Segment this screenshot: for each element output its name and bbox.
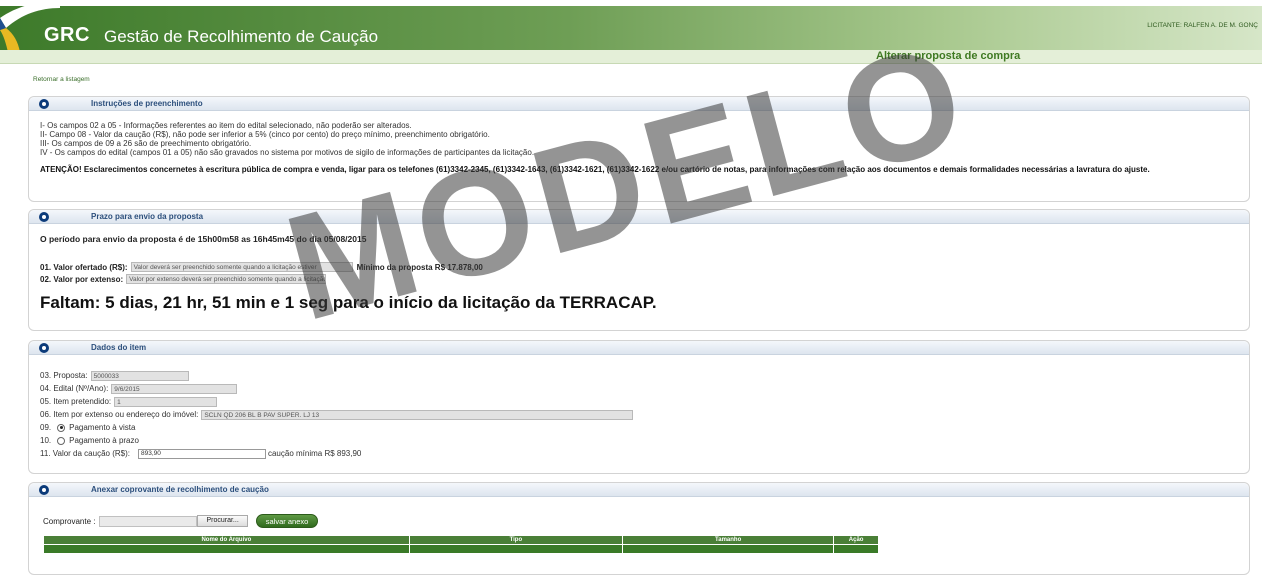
collapse-icon[interactable] — [39, 485, 49, 495]
item-pretendido-label: 05. Item pretendido: — [40, 397, 112, 406]
upload-row: Comprovante : Procurar... salvar anexo — [43, 513, 1238, 529]
attachment-panel-header[interactable]: Anexar coprovante de recolhimento de cau… — [29, 483, 1249, 497]
column-header-filename: Nome do Arquivo — [43, 535, 410, 545]
browse-button[interactable]: Procurar... — [197, 515, 248, 527]
instructions-title: Instruções de preenchimento — [91, 99, 203, 108]
edital-label: 04. Edital (Nº/Ano): — [40, 384, 109, 393]
deadline-panel: Prazo para envio da proposta O período p… — [28, 209, 1250, 331]
attention-notice: ATENÇÃO! Esclarecimentos concernetes à e… — [40, 165, 1150, 174]
offer-label: 01. Valor ofertado (R$): — [40, 262, 128, 272]
item-pretendido-row: 05. Item pretendido: 1 — [40, 395, 1238, 408]
item-title: Dados do item — [91, 343, 147, 352]
proposta-input[interactable]: 5000033 — [90, 370, 189, 381]
extenso-label: 02. Valor por extenso: — [40, 274, 124, 284]
countdown-text: Faltam: 5 dias, 21 hr, 51 min e 1 seg pa… — [40, 293, 657, 312]
attachment-panel: Anexar coprovante de recolhimento de cau… — [28, 482, 1250, 575]
column-header-action: Ação — [833, 535, 879, 545]
option-number: 09. — [40, 423, 52, 432]
collapse-icon[interactable] — [39, 343, 49, 353]
payment-cash-label: Pagamento à vista — [69, 423, 136, 432]
deadline-title: Prazo para envio da proposta — [91, 212, 204, 221]
table-cell — [621, 544, 835, 554]
payment-term-row: 10. Pagamento à prazo — [40, 434, 1238, 447]
offer-value-input[interactable]: Valor deverá ser preenchido somente quan… — [130, 262, 353, 272]
table-cell — [833, 544, 879, 554]
proposta-row: 03. Proposta: 5000033 — [40, 369, 1238, 382]
save-attachment-button[interactable]: salvar anexo — [255, 514, 319, 528]
table-header-row: Nome do Arquivo Tipo Tamanho Ação — [43, 535, 879, 545]
item-panel: Dados do item 03. Proposta: 5000033 04. … — [28, 340, 1250, 474]
edital-row: 04. Edital (Nº/Ano): 9/6/2015 — [40, 382, 1238, 395]
payment-term-label: Pagamento à prazo — [69, 436, 139, 445]
instruction-line: II- Campo 08 - Valor da caução (R$), não… — [40, 130, 490, 139]
table-cell — [43, 544, 410, 554]
column-header-type: Tipo — [408, 535, 624, 545]
minimum-proposal: Mínimo da proposta R$ 17.878,00 — [356, 262, 483, 272]
caucao-label: 11. Valor da caução (R$): — [40, 449, 130, 458]
item-pretendido-input[interactable]: 1 — [114, 396, 218, 407]
app-header: GRC Gestão de Recolhimento de Caução LIC… — [0, 0, 1262, 64]
proposta-label: 03. Proposta: — [40, 371, 88, 380]
edital-input[interactable]: 9/6/2015 — [111, 383, 238, 394]
caucao-minimum: caução mínima R$ 893,90 — [267, 449, 362, 458]
attachment-title: Anexar coprovante de recolhimento de cau… — [91, 485, 269, 494]
endereco-input[interactable]: SCLN QD 206 BL B PAV SUPER. LJ 13 — [201, 409, 634, 420]
option-number: 10. — [40, 436, 52, 445]
extenso-value-input[interactable]: Valor por extenso deverá ser preenchido … — [126, 274, 327, 284]
payment-term-radio[interactable] — [57, 436, 66, 445]
attachments-table: Nome do Arquivo Tipo Tamanho Ação — [43, 535, 879, 554]
app-brand: GRC — [44, 24, 90, 46]
page-subtitle: Alterar proposta de compra — [876, 50, 1021, 62]
user-info: LICITANTE: RALFEN A. DE M. GONÇ — [1147, 22, 1258, 29]
caucao-input[interactable]: 893,90 — [137, 448, 266, 459]
subheader-bar — [0, 50, 1262, 64]
instructions-panel-header[interactable]: Instruções de preenchimento — [29, 97, 1249, 111]
offer-row: 01. Valor ofertado (R$): Valor deverá se… — [40, 261, 1238, 273]
instruction-line: III- Os campos de 09 a 26 são de preechi… — [40, 139, 252, 148]
caucao-row: 11. Valor da caução (R$): 893,90 caução … — [40, 447, 1238, 460]
endereco-label: 06. Item por extenso ou endereço do imóv… — [40, 410, 199, 419]
payment-cash-row: 09. Pagamento à vista — [40, 421, 1238, 434]
instructions-panel: Instruções de preenchimento I- Os campos… — [28, 96, 1250, 202]
app-title: Gestão de Recolhimento de Caução — [104, 27, 379, 46]
deadline-panel-header[interactable]: Prazo para envio da proposta — [29, 210, 1249, 224]
collapse-icon[interactable] — [39, 99, 49, 109]
extenso-row: 02. Valor por extenso: Valor por extenso… — [40, 273, 1238, 285]
table-row — [43, 544, 879, 554]
payment-cash-radio[interactable] — [57, 423, 66, 432]
file-path-input[interactable] — [99, 515, 198, 527]
item-panel-header[interactable]: Dados do item — [29, 341, 1249, 355]
comprovante-label: Comprovante : — [43, 516, 96, 526]
column-header-size: Tamanho — [621, 535, 835, 545]
submission-period: O período para envio da proposta é de 15… — [40, 234, 367, 244]
collapse-icon[interactable] — [39, 212, 49, 222]
endereco-row: 06. Item por extenso ou endereço do imóv… — [40, 408, 1238, 421]
instruction-line: IV - Os campos do edital (campos 01 a 05… — [40, 148, 535, 157]
table-cell — [408, 544, 624, 554]
instruction-line: I- Os campos 02 a 05 - Informações refer… — [40, 121, 412, 130]
back-to-list-link[interactable]: Retornar a listagem — [33, 76, 90, 83]
